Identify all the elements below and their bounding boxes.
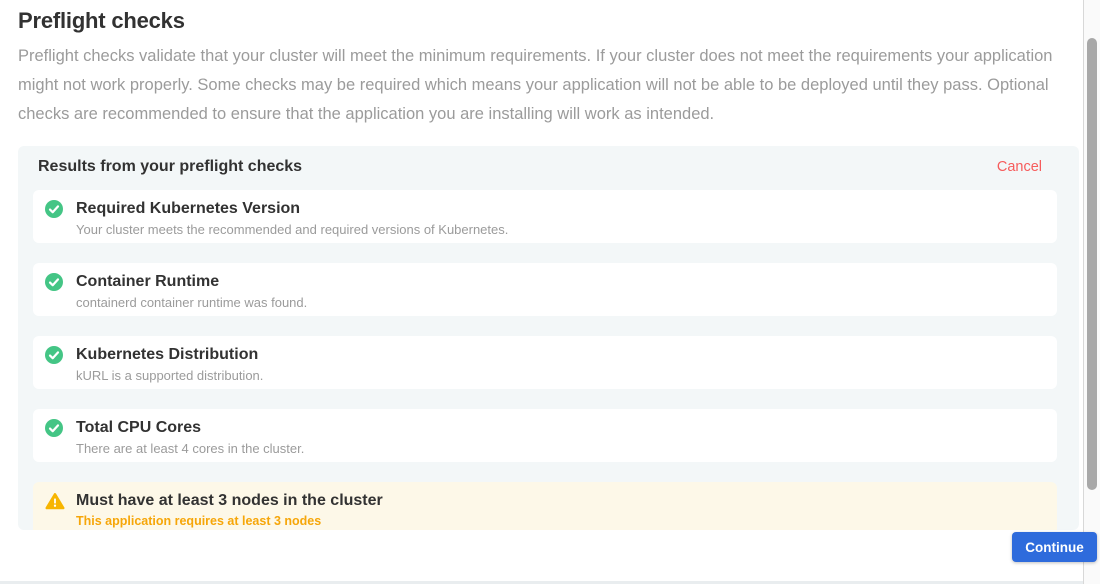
preflight-check-card: Kubernetes Distribution kURL is a suppor… <box>33 336 1057 389</box>
check-message: There are at least 4 cores in the cluste… <box>76 441 304 456</box>
check-title: Total CPU Cores <box>76 418 304 437</box>
scrollbar-thumb[interactable] <box>1087 38 1097 490</box>
preflight-check-card: Total CPU Cores There are at least 4 cor… <box>33 409 1057 462</box>
check-message: This application requires at least 3 nod… <box>76 514 383 529</box>
success-check-icon <box>45 200 65 218</box>
preflight-check-card-warning: Must have at least 3 nodes in the cluste… <box>33 482 1057 530</box>
panel-header: Results from your preflight checks Cance… <box>18 146 1079 176</box>
check-title: Container Runtime <box>76 272 307 291</box>
check-text: Total CPU Cores There are at least 4 cor… <box>76 418 304 456</box>
preflight-check-card: Container Runtime containerd container r… <box>33 263 1057 316</box>
check-message: containerd container runtime was found. <box>76 295 307 310</box>
scrollbar-track[interactable] <box>1084 0 1100 584</box>
check-card-list: Required Kubernetes Version Your cluster… <box>18 176 1079 530</box>
panel-heading: Results from your preflight checks <box>38 158 302 176</box>
continue-button[interactable]: Continue <box>1012 532 1097 562</box>
check-message: Your cluster meets the recommended and r… <box>76 222 508 237</box>
check-text: Must have at least 3 nodes in the cluste… <box>76 491 383 529</box>
success-check-icon <box>45 346 65 364</box>
check-title: Must have at least 3 nodes in the cluste… <box>76 491 383 510</box>
success-check-icon <box>45 273 65 291</box>
page-description: Preflight checks validate that your clus… <box>18 42 1068 129</box>
check-text: Container Runtime containerd container r… <box>76 272 307 310</box>
check-message: kURL is a supported distribution. <box>76 368 263 383</box>
check-text: Kubernetes Distribution kURL is a suppor… <box>76 345 263 383</box>
warning-triangle-icon <box>45 492 65 510</box>
preflight-results-panel: Results from your preflight checks Cance… <box>18 146 1079 530</box>
success-check-icon <box>45 419 65 437</box>
cancel-link[interactable]: Cancel <box>997 159 1042 175</box>
check-title: Kubernetes Distribution <box>76 345 263 364</box>
check-text: Required Kubernetes Version Your cluster… <box>76 199 508 237</box>
preflight-checks-screen: Preflight checks Preflight checks valida… <box>0 0 1100 584</box>
check-title: Required Kubernetes Version <box>76 199 508 218</box>
preflight-check-card: Required Kubernetes Version Your cluster… <box>33 190 1057 243</box>
page-title: Preflight checks <box>18 8 185 34</box>
